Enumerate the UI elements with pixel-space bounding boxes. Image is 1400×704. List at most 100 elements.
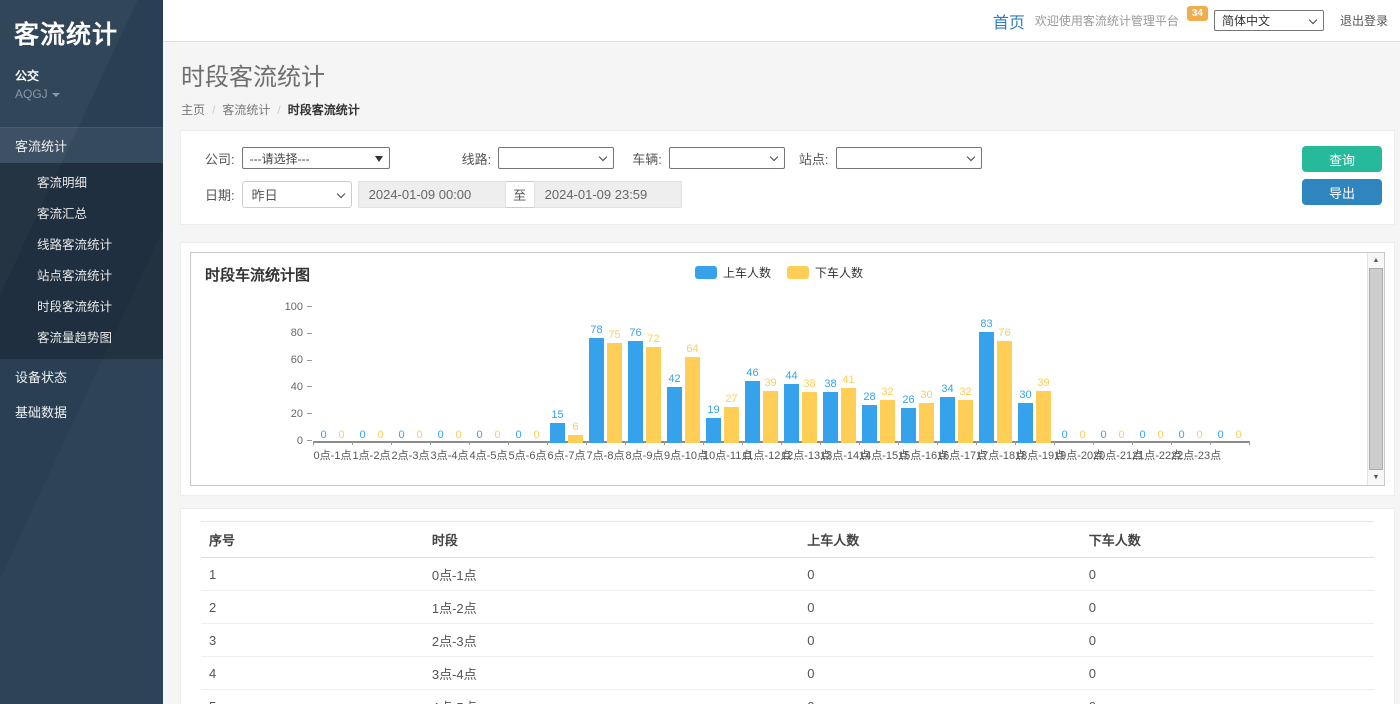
- bar-chart: 时段车流统计图 上车人数下车人数 00000000000015678757672…: [190, 252, 1385, 486]
- page-header: 时段客流统计 主页/客流统计/时段客流统计: [163, 42, 1400, 130]
- station-select[interactable]: [836, 147, 982, 169]
- sidebar-submenu: 客流明细客流汇总线路客流统计站点客流统计时段客流统计客流量趋势图: [0, 163, 163, 359]
- bar-column-alighting: 0: [451, 309, 466, 443]
- table-cell: 4: [201, 657, 424, 690]
- breadcrumb-item-0[interactable]: 主页: [181, 103, 205, 117]
- vehicle-select[interactable]: [669, 147, 785, 169]
- chart-vertical-scrollbar[interactable]: ▲ ▼: [1367, 253, 1384, 485]
- user-dropdown[interactable]: AQGJ: [0, 84, 163, 101]
- bar-column-alighting: 0: [529, 309, 544, 443]
- bar-value-label: 27: [725, 394, 737, 405]
- bar-column-alighting: 39: [1036, 309, 1051, 443]
- chart-panel: 时段车流统计图 上车人数下车人数 00000000000015678757672…: [180, 242, 1395, 496]
- bar-column-boarding: 28: [862, 309, 877, 443]
- sidebar-item-bottom-0[interactable]: 设备状态: [0, 359, 163, 394]
- breadcrumb-item-1[interactable]: 客流统计: [222, 103, 270, 117]
- topbar: 首页 欢迎使用客流统计管理平台 34 简体中文 退出登录: [163, 0, 1400, 42]
- x-axis-label-22: 22点-23点: [1171, 441, 1210, 463]
- date-start-input[interactable]: [358, 181, 506, 208]
- org-name: 公交: [0, 51, 163, 84]
- x-axis-label-0: 0点-1点: [313, 441, 352, 463]
- legend-label: 下车人数: [815, 264, 863, 281]
- line-select[interactable]: [498, 147, 614, 169]
- bar-value-label: 0: [1235, 430, 1241, 441]
- bar-column-alighting: 0: [1114, 309, 1129, 443]
- bar-boarding: [823, 392, 838, 443]
- x-axis-label-10: 10点-11点: [703, 441, 742, 463]
- bar-column-boarding: 42: [667, 309, 682, 443]
- bar-alighting: [607, 343, 622, 444]
- home-link[interactable]: 首页: [993, 9, 1025, 33]
- bar-column-alighting: 72: [646, 309, 661, 443]
- logout-link[interactable]: 退出登录: [1340, 12, 1388, 29]
- bar-value-label: 6: [572, 422, 578, 433]
- date-end-input[interactable]: [534, 181, 682, 208]
- bar-group-5: 00: [508, 309, 547, 443]
- bar-boarding: [550, 423, 565, 443]
- page-title: 时段客流统计: [181, 57, 1380, 92]
- table-cell: 2: [201, 591, 424, 624]
- y-axis-tick-label: 60: [261, 354, 303, 366]
- sidebar-subitem-1[interactable]: 客流汇总: [0, 197, 163, 228]
- bar-boarding: [1018, 403, 1033, 443]
- table-row-0: 10点-1点00: [201, 558, 1374, 591]
- x-axis-label-19: 19点-20点: [1054, 441, 1093, 463]
- bar-column-boarding: 0: [1096, 309, 1111, 443]
- legend-label: 上车人数: [723, 264, 771, 281]
- table-cell: 2点-3点: [424, 624, 799, 657]
- bar-value-label: 76: [998, 328, 1010, 339]
- chevron-down-icon: [599, 153, 607, 161]
- table-panel: 序号时段上车人数下车人数 10点-1点0021点-2点0032点-3点0043点…: [180, 508, 1395, 704]
- bar-value-label: 0: [320, 430, 326, 441]
- sidebar-subitem-2[interactable]: 线路客流统计: [0, 228, 163, 259]
- sidebar-item-passenger-stats[interactable]: 客流统计: [0, 127, 163, 163]
- company-select[interactable]: ---请选择---: [242, 147, 390, 169]
- bar-column-boarding: 46: [745, 309, 760, 443]
- bar-value-label: 28: [863, 392, 875, 403]
- bar-alighting: [763, 391, 778, 443]
- bar-boarding: [706, 418, 721, 443]
- bar-boarding: [628, 341, 643, 443]
- date-preset-select[interactable]: 昨日: [242, 181, 352, 208]
- x-axis-label-8: 8点-9点: [625, 441, 664, 463]
- language-select[interactable]: 简体中文: [1214, 10, 1324, 31]
- bar-column-boarding: 0: [355, 309, 370, 443]
- legend-item-0: 上车人数: [695, 264, 771, 281]
- bar-value-label: 0: [437, 430, 443, 441]
- bar-column-boarding: 0: [1057, 309, 1072, 443]
- scroll-up-arrow-icon[interactable]: ▲: [1368, 253, 1384, 268]
- bar-column-alighting: 0: [373, 309, 388, 443]
- welcome-text: 欢迎使用客流统计管理平台: [1035, 12, 1179, 29]
- bar-value-label: 0: [338, 430, 344, 441]
- bar-value-label: 42: [668, 374, 680, 385]
- table-row-1: 21点-2点00: [201, 591, 1374, 624]
- table-cell: 0: [1081, 624, 1374, 657]
- x-axis-label-text: 1点-2点: [353, 450, 391, 462]
- sidebar-subitem-3[interactable]: 站点客流统计: [0, 259, 163, 290]
- bar-column-boarding: 0: [433, 309, 448, 443]
- bar-group-17: 8376: [976, 309, 1015, 443]
- bar-value-label: 72: [647, 334, 659, 345]
- bar-column-boarding: 0: [1135, 309, 1150, 443]
- y-axis-tick-mark: [307, 440, 312, 441]
- x-axis-label-text: 2点-3点: [392, 450, 430, 462]
- sidebar-subitem-5[interactable]: 客流量趋势图: [0, 321, 163, 352]
- table-cell: 4点-5点: [424, 690, 799, 704]
- table-cell: 0: [799, 657, 1081, 690]
- query-button[interactable]: 查询: [1302, 146, 1382, 172]
- scrollbar-thumb[interactable]: [1369, 268, 1383, 470]
- bar-alighting: [841, 388, 856, 443]
- x-axis-label-5: 5点-6点: [508, 441, 547, 463]
- table-cell: 0: [799, 591, 1081, 624]
- bar-value-label: 32: [881, 387, 893, 398]
- sidebar-item-bottom-1[interactable]: 基础数据: [0, 394, 163, 429]
- export-button[interactable]: 导出: [1302, 179, 1382, 205]
- scroll-down-arrow-icon[interactable]: ▼: [1368, 470, 1384, 485]
- bar-value-label: 0: [1157, 430, 1163, 441]
- bar-group-7: 7875: [586, 309, 625, 443]
- sidebar-subitem-0[interactable]: 客流明细: [0, 166, 163, 197]
- x-axis-label-20: 20点-21点: [1093, 441, 1132, 463]
- bar-value-label: 0: [416, 430, 422, 441]
- chart-plot-area: 0000000000001567875767242641927463944383…: [313, 309, 1249, 443]
- sidebar-subitem-4[interactable]: 时段客流统计: [0, 290, 163, 321]
